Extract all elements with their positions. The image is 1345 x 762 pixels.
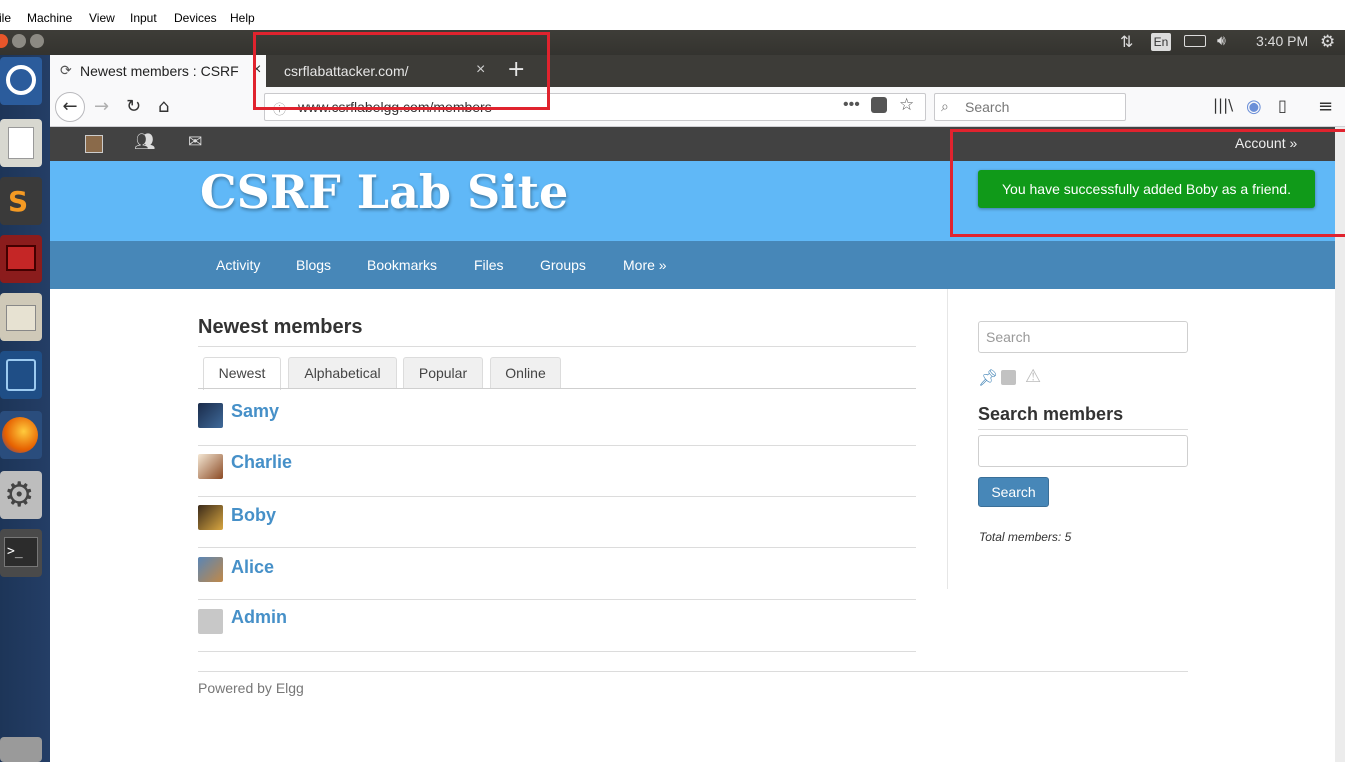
- search-icon: ⌕: [941, 98, 949, 114]
- browser-nav-bar: ← → ↻ ⌂ ⓘ www.csrflabelgg.com/members ••…: [50, 87, 1345, 127]
- gear-icon[interactable]: ⚙: [1320, 32, 1335, 52]
- avatar[interactable]: [198, 557, 223, 582]
- menu-files[interactable]: Files: [474, 257, 504, 273]
- pocket-icon[interactable]: [871, 97, 887, 113]
- member-row: Charlie: [198, 446, 916, 497]
- avatar[interactable]: [198, 609, 223, 634]
- forward-button[interactable]: →: [94, 96, 109, 117]
- elgg-site-menu: Activity Blogs Bookmarks Files Groups Mo…: [50, 241, 1335, 289]
- highlight-box: [253, 32, 550, 110]
- page-actions-icon[interactable]: •••: [843, 96, 860, 114]
- site-title[interactable]: CSRF Lab Site: [200, 165, 568, 219]
- total-members: Total members: 5: [979, 530, 1072, 544]
- menu-more[interactable]: More »: [623, 257, 667, 273]
- member-row: Admin: [198, 601, 916, 652]
- vbox-menu-file[interactable]: ile: [0, 11, 11, 25]
- bookmark-star-icon[interactable]: ☆: [899, 95, 914, 115]
- settings-icon[interactable]: ⚙: [0, 471, 42, 519]
- vbox-menu-view[interactable]: View: [89, 11, 115, 25]
- menu-blogs[interactable]: Blogs: [296, 257, 331, 273]
- tab-alphabetical[interactable]: Alphabetical: [288, 357, 397, 389]
- divider: [978, 429, 1188, 430]
- member-name[interactable]: Charlie: [231, 452, 292, 473]
- vbox-menu-devices[interactable]: Devices: [174, 11, 217, 25]
- ubuntu-logo-icon[interactable]: [0, 57, 42, 105]
- footer-divider: [198, 671, 1188, 672]
- battery-icon[interactable]: [1184, 35, 1206, 47]
- vbox-menu-bar: ile Machine View Input Devices Help: [0, 0, 1345, 30]
- avatar[interactable]: [198, 454, 223, 479]
- vbox-menu-input[interactable]: Input: [130, 11, 157, 25]
- search-members-button[interactable]: Search: [978, 477, 1049, 507]
- text-editor-icon[interactable]: [0, 119, 42, 167]
- browser-tab-strip: ⟳ Newest members : CSRF × csrflabattacke…: [50, 55, 1345, 87]
- home-button[interactable]: ⌂: [158, 96, 169, 117]
- page-title: Newest members: [198, 316, 363, 338]
- avatar[interactable]: [198, 505, 223, 530]
- friends-icon[interactable]: 👥︎: [134, 132, 156, 152]
- window-minimize-button[interactable]: [12, 34, 26, 48]
- divider: [198, 346, 916, 347]
- unity-launcher: S ⚙ >_: [0, 55, 50, 762]
- keyboard-layout-indicator[interactable]: En: [1151, 33, 1171, 51]
- member-name[interactable]: Admin: [231, 607, 287, 628]
- member-name[interactable]: Samy: [231, 401, 279, 422]
- tab-popular[interactable]: Popular: [403, 357, 483, 389]
- member-name[interactable]: Alice: [231, 557, 274, 578]
- tab-newest[interactable]: Newest: [203, 357, 281, 390]
- sublime-text-icon[interactable]: S: [0, 177, 42, 225]
- tab-newest-members[interactable]: ⟳ Newest members : CSRF ×: [50, 55, 266, 87]
- vbox-menu-machine[interactable]: Machine: [27, 11, 72, 25]
- terminal-icon[interactable]: >_: [0, 529, 42, 577]
- rss-icon[interactable]: [1001, 370, 1016, 385]
- vbox-menu-help[interactable]: Help: [230, 11, 255, 25]
- file-manager-icon[interactable]: [0, 293, 42, 341]
- pin-icon[interactable]: 📌︎: [978, 368, 998, 388]
- trash-icon[interactable]: [0, 737, 42, 762]
- search-members-title: Search members: [978, 404, 1124, 424]
- browser-search-field[interactable]: ⌕ Search: [934, 93, 1126, 121]
- footer-powered-by[interactable]: Powered by Elgg: [198, 680, 304, 696]
- menu-groups[interactable]: Groups: [540, 257, 586, 273]
- menu-activity[interactable]: Activity: [216, 257, 260, 273]
- window-close-button[interactable]: [0, 34, 8, 48]
- tab-favicon-icon: ⟳: [60, 62, 72, 78]
- sidebar-search-input[interactable]: Search: [978, 321, 1188, 353]
- window-maximize-button[interactable]: [30, 34, 44, 48]
- hamburger-menu-icon[interactable]: ≡: [1318, 96, 1333, 117]
- member-row: Alice: [198, 549, 916, 600]
- sidebar-divider: [947, 289, 948, 589]
- tabs-baseline: [198, 388, 916, 389]
- search-members-input[interactable]: [978, 435, 1188, 467]
- tab-online[interactable]: Online: [490, 357, 561, 389]
- terminal-split-icon[interactable]: [0, 235, 42, 283]
- firefox-icon[interactable]: [0, 411, 42, 459]
- highlight-box: [950, 129, 1345, 237]
- library-icon[interactable]: |||\: [1213, 96, 1233, 114]
- report-warning-icon[interactable]: ⚠: [1025, 366, 1041, 387]
- volume-icon[interactable]: 🔊︎: [1217, 32, 1226, 49]
- member-row: Samy: [198, 395, 916, 446]
- user-avatar[interactable]: [85, 135, 103, 153]
- network-icon[interactable]: ⇅: [1120, 32, 1133, 52]
- wireshark-icon[interactable]: [0, 351, 42, 399]
- back-button[interactable]: ←: [55, 92, 85, 122]
- ubuntu-top-panel: ⇅ En 🔊︎ 3:40 PM ⚙: [0, 30, 1345, 55]
- reload-button[interactable]: ↻: [126, 96, 141, 117]
- clock[interactable]: 3:40 PM: [1256, 33, 1308, 49]
- messages-envelope-icon[interactable]: ✉: [188, 132, 202, 152]
- avatar[interactable]: [198, 403, 223, 428]
- member-row: Boby: [198, 497, 916, 548]
- menu-bookmarks[interactable]: Bookmarks: [367, 257, 437, 273]
- member-name[interactable]: Boby: [231, 505, 276, 526]
- sidebar-toggle-icon[interactable]: ▯: [1278, 96, 1287, 115]
- extension-icon[interactable]: ◉: [1246, 96, 1262, 117]
